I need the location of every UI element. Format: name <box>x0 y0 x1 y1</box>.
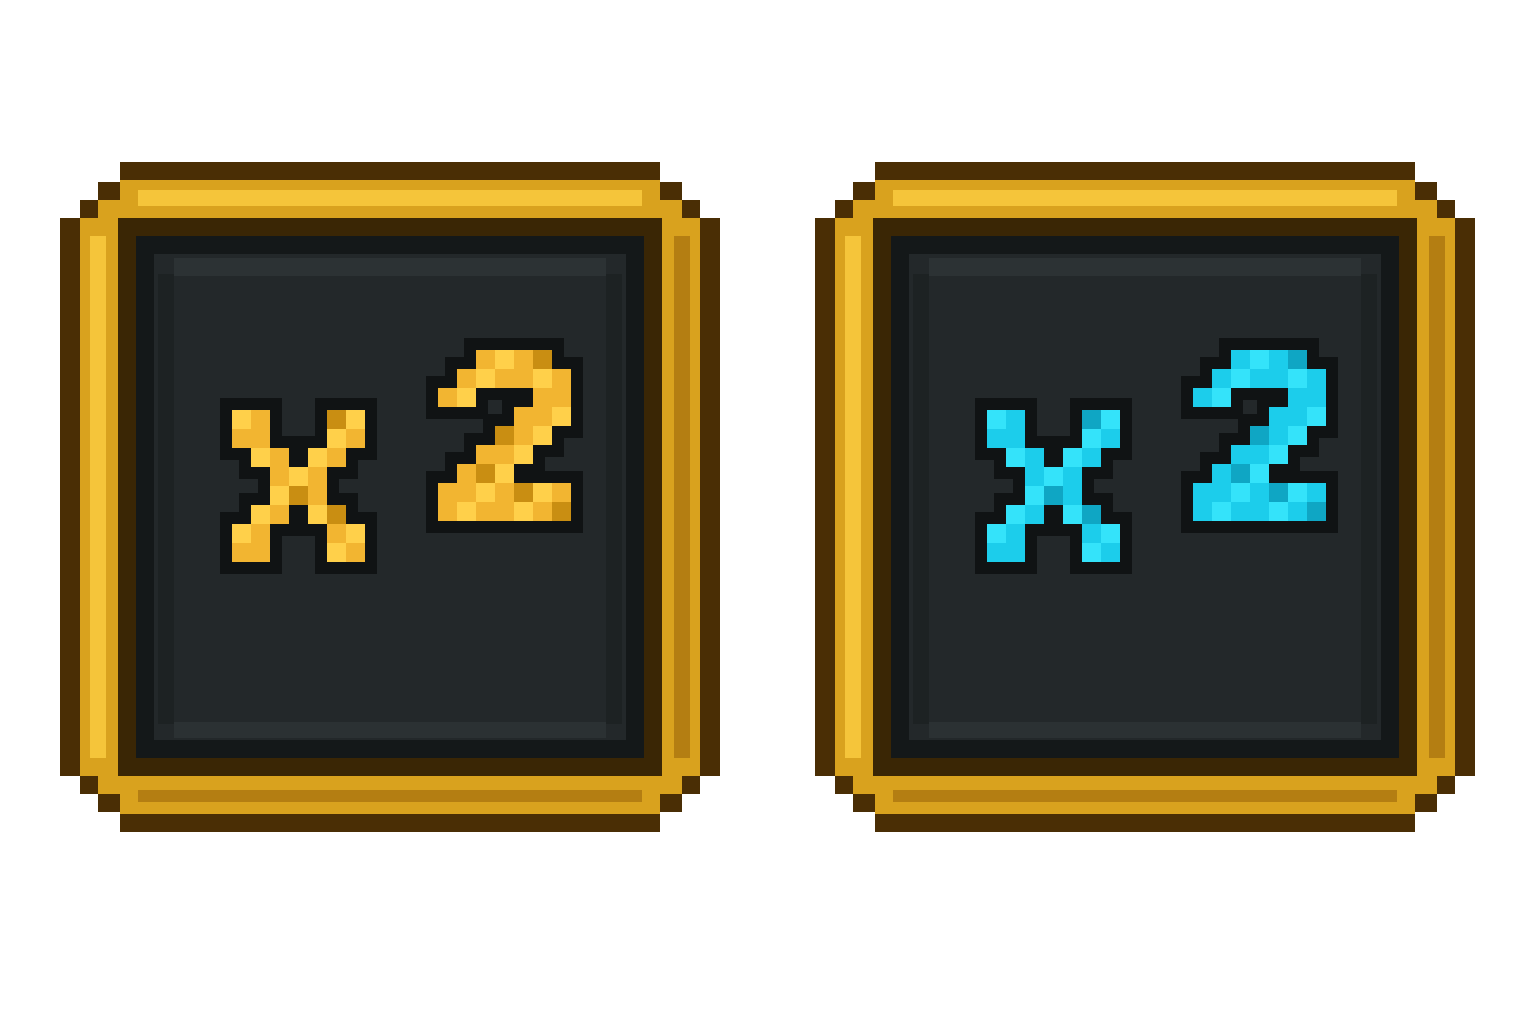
badge-gold-graphic <box>60 162 720 832</box>
badge-cyan-graphic <box>815 162 1475 832</box>
frame-highlight-top <box>893 190 1397 206</box>
multiplier-badge-gold: x2 <box>60 162 720 832</box>
multiplier-badge-cyan: x2 <box>815 162 1475 832</box>
frame-highlight-top <box>138 190 642 206</box>
